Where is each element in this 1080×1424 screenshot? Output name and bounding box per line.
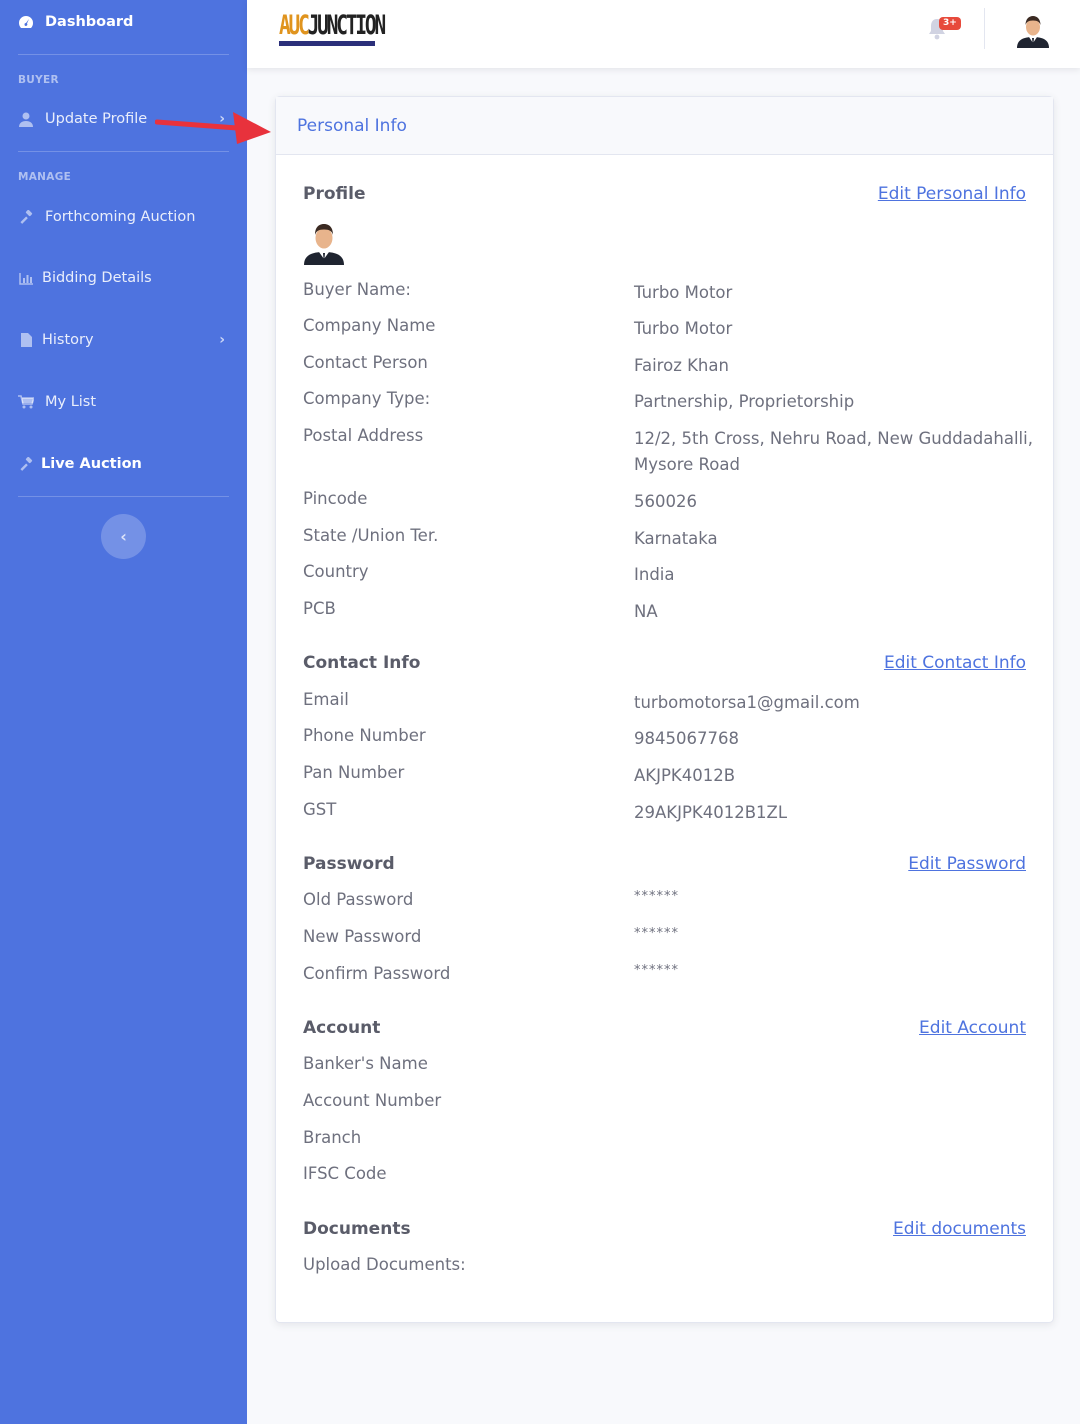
chart-bar-icon xyxy=(18,270,34,286)
sidebar-item-forthcoming-auction[interactable]: Forthcoming Auction xyxy=(18,209,229,225)
profile-avatar-icon xyxy=(304,224,344,265)
field-label: New Password xyxy=(303,927,422,946)
documents-section-title: Documents xyxy=(303,1219,411,1239)
field-value: Karnataka xyxy=(634,529,718,548)
topbar: AUCJUNCTION 3+ xyxy=(247,0,1080,68)
sidebar-divider xyxy=(18,496,229,497)
field-value: AKJPK4012B xyxy=(634,766,736,785)
sidebar-item-label: Bidding Details xyxy=(42,270,152,286)
sidebar-heading-buyer: BUYER xyxy=(18,74,59,86)
sidebar-item-bidding-details[interactable]: Bidding Details xyxy=(18,270,229,286)
shopping-cart-icon xyxy=(18,394,34,410)
contact-section-title: Contact Info xyxy=(303,653,421,673)
auc-junction-logo[interactable]: AUCJUNCTION xyxy=(279,12,425,46)
field-value: NA xyxy=(634,602,658,621)
logo-text-part2: JUNCTION xyxy=(307,10,387,41)
field-value: 560026 xyxy=(634,492,697,511)
field-value: 9845067768 xyxy=(634,729,739,748)
sidebar-item-label: My List xyxy=(45,394,97,410)
edit-account-link[interactable]: Edit Account xyxy=(919,1018,1026,1038)
gavel-icon xyxy=(18,456,34,472)
field-label: Confirm Password xyxy=(303,964,451,983)
topbar-divider xyxy=(984,8,985,49)
field-value: Partnership, Proprietorship xyxy=(634,392,855,411)
card-header: Personal Info xyxy=(276,97,1053,155)
profile-section-title: Profile xyxy=(303,184,366,204)
masked-password-value: ****** xyxy=(634,963,679,978)
edit-personal-info-link[interactable]: Edit Personal Info xyxy=(878,184,1026,204)
field-label: Upload Documents: xyxy=(303,1255,466,1274)
masked-password-value: ****** xyxy=(634,889,679,904)
sidebar-item-my-list[interactable]: My List xyxy=(18,394,229,410)
field-label: Country xyxy=(303,562,369,581)
field-label: Pincode xyxy=(303,489,368,508)
field-label: Email xyxy=(303,690,349,709)
tachometer-icon xyxy=(18,14,34,30)
field-label: Company Type: xyxy=(303,389,431,408)
sidebar-divider xyxy=(18,54,229,55)
password-section-title: Password xyxy=(303,854,395,874)
field-label: Pan Number xyxy=(303,763,405,782)
notification-badge: 3+ xyxy=(939,17,961,30)
sidebar-item-label: Forthcoming Auction xyxy=(45,209,196,225)
file-icon xyxy=(18,332,34,348)
field-value: 29AKJPK4012B1ZL xyxy=(634,803,788,822)
field-label: Banker's Name xyxy=(303,1054,428,1073)
field-label: Account Number xyxy=(303,1091,442,1110)
field-label: GST xyxy=(303,800,337,819)
sidebar-item-live-auction[interactable]: Live Auction xyxy=(18,456,229,472)
sidebar-item-label: History xyxy=(42,332,94,348)
personal-info-card: Personal Info Profile Edit Personal Info… xyxy=(275,96,1054,1323)
field-label: Buyer Name: xyxy=(303,280,411,299)
sidebar-heading-manage: MANAGE xyxy=(18,171,72,183)
edit-documents-link[interactable]: Edit documents xyxy=(893,1219,1026,1239)
sidebar: Dashboard BUYER Update Profile › MANAGE … xyxy=(0,0,247,1424)
field-label: Branch xyxy=(303,1128,362,1147)
field-value: Turbo Motor xyxy=(634,283,733,302)
field-value: 12/2, 5th Cross, Nehru Road, New Guddada… xyxy=(634,429,1033,474)
sidebar-item-dashboard[interactable]: Dashboard xyxy=(18,14,229,30)
masked-password-value: ****** xyxy=(634,926,679,941)
field-label: Postal Address xyxy=(303,426,424,445)
field-value: Turbo Motor xyxy=(634,319,733,338)
user-icon xyxy=(18,111,34,127)
field-value: Fairoz Khan xyxy=(634,356,729,375)
account-section-title: Account xyxy=(303,1018,381,1038)
logo-underline xyxy=(279,41,375,46)
edit-contact-info-link[interactable]: Edit Contact Info xyxy=(884,653,1026,673)
sidebar-divider xyxy=(18,151,229,152)
field-label: Company Name xyxy=(303,316,436,335)
sidebar-item-label: Dashboard xyxy=(45,14,134,30)
field-label: IFSC Code xyxy=(303,1164,387,1183)
edit-password-link[interactable]: Edit Password xyxy=(908,854,1026,874)
user-avatar-icon[interactable] xyxy=(1016,12,1050,48)
gavel-icon xyxy=(18,209,34,225)
field-value: turbomotorsa1@gmail.com xyxy=(634,693,860,712)
field-label: Phone Number xyxy=(303,726,426,745)
field-label: Old Password xyxy=(303,890,414,909)
field-value: India xyxy=(634,565,675,584)
sidebar-toggle-button[interactable]: ‹ xyxy=(101,514,146,559)
sidebar-item-label: Live Auction xyxy=(41,456,142,472)
sidebar-item-history[interactable]: History › xyxy=(18,332,229,348)
field-label: PCB xyxy=(303,599,336,618)
chevron-left-icon: ‹ xyxy=(120,527,127,546)
logo-text-part1: AUC xyxy=(279,10,310,41)
sidebar-item-label: Update Profile xyxy=(45,111,148,127)
chevron-right-icon: › xyxy=(219,332,225,348)
field-label: State /Union Ter. xyxy=(303,526,439,545)
field-label: Contact Person xyxy=(303,353,428,372)
red-arrow-annotation xyxy=(155,112,271,144)
card-title: Personal Info xyxy=(297,115,407,136)
